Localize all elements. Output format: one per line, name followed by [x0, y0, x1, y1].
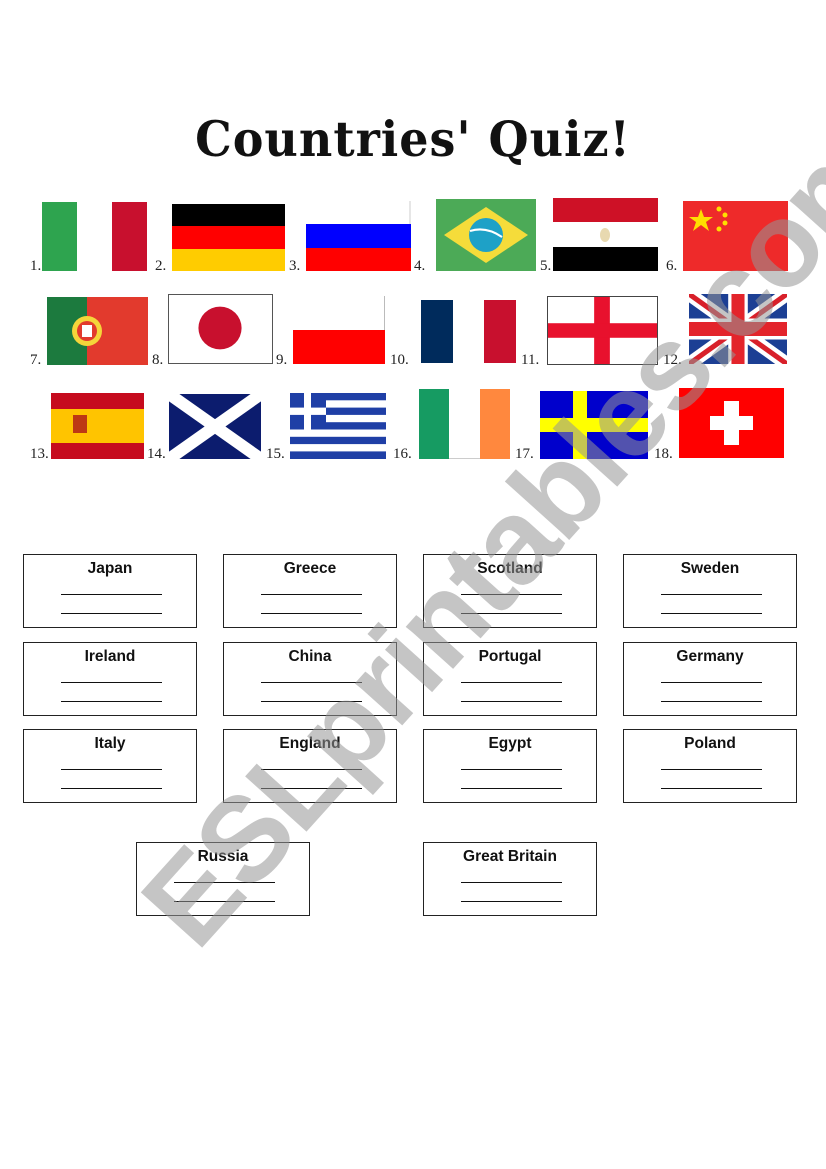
answer-line[interactable] [174, 901, 275, 902]
answer-line[interactable] [661, 594, 762, 595]
flag-number: 5. [540, 258, 552, 274]
country-label: Scotland [477, 560, 543, 577]
answer-line[interactable] [261, 613, 362, 614]
answer-box-scotland: Scotland [423, 554, 597, 628]
answer-line[interactable] [461, 613, 562, 614]
country-label: Japan [87, 560, 133, 577]
answer-line[interactable] [461, 882, 562, 883]
england-flag-icon [547, 296, 658, 365]
answer-line[interactable] [461, 788, 562, 789]
flag-number: 12. [663, 352, 682, 368]
answer-line[interactable] [261, 594, 362, 595]
country-label: China [288, 648, 332, 665]
flag-number: 16. [393, 446, 412, 462]
flag-number: 10. [390, 352, 409, 368]
country-label: Russia [197, 848, 249, 865]
brazil-flag-icon [436, 199, 536, 271]
switzerland-flag-icon [679, 388, 784, 458]
country-label: Great Britain [463, 848, 557, 865]
flag-number: 9. [276, 352, 288, 368]
france-flag-icon [421, 300, 516, 363]
country-label: Germany [676, 648, 744, 665]
japan-flag-icon [168, 294, 273, 364]
country-label: Sweden [680, 560, 740, 577]
russia-flag-icon [306, 201, 411, 271]
flag-number: 11. [521, 352, 540, 368]
answer-line[interactable] [661, 701, 762, 702]
flag-number: 15. [266, 446, 285, 462]
answer-box-poland: Poland [623, 729, 797, 803]
flag-number: 17. [515, 446, 534, 462]
portugal-flag-icon [47, 297, 148, 365]
country-label: Ireland [84, 648, 136, 665]
spain-flag-icon [51, 393, 144, 459]
answer-line[interactable] [61, 769, 162, 770]
answer-box-italy: Italy [23, 729, 197, 803]
scotland-flag-icon [169, 394, 261, 459]
answer-line[interactable] [461, 594, 562, 595]
answer-box-china: China [223, 642, 397, 716]
answer-line[interactable] [61, 613, 162, 614]
country-label: Greece [283, 560, 337, 577]
country-label: Portugal [478, 648, 542, 665]
answer-line[interactable] [661, 788, 762, 789]
answer-line[interactable] [61, 701, 162, 702]
answer-box-russia: Russia [136, 842, 310, 916]
answer-box-ireland: Ireland [23, 642, 197, 716]
flag-number: 4. [414, 258, 426, 274]
answer-box-japan: Japan [23, 554, 197, 628]
ireland-flag-icon [419, 389, 510, 459]
greece-flag-icon [290, 393, 386, 459]
country-label: England [279, 735, 341, 752]
country-label: Italy [94, 735, 126, 752]
egypt-flag-icon [553, 198, 658, 271]
answer-box-egypt: Egypt [423, 729, 597, 803]
sweden-flag-icon [540, 391, 648, 459]
country-label: Egypt [488, 735, 532, 752]
flag-number: 8. [152, 352, 164, 368]
uk-flag-icon [689, 294, 787, 364]
answer-line[interactable] [261, 788, 362, 789]
answer-line[interactable] [461, 701, 562, 702]
answer-line[interactable] [61, 594, 162, 595]
flag-number: 3. [289, 258, 301, 274]
answer-line[interactable] [461, 769, 562, 770]
answer-box-sweden: Sweden [623, 554, 797, 628]
germany-flag-icon [172, 204, 285, 271]
country-label: Poland [684, 735, 736, 752]
poland-flag-icon [293, 296, 385, 364]
answer-line[interactable] [461, 682, 562, 683]
answer-box-portugal: Portugal [423, 642, 597, 716]
flag-number: 13. [30, 446, 49, 462]
flag-number: 6. [666, 258, 678, 274]
flag-number: 1. [30, 258, 42, 274]
flag-number: 14. [147, 446, 166, 462]
answer-box-england: England [223, 729, 397, 803]
answer-line[interactable] [261, 682, 362, 683]
answer-box-great-britain: Great Britain [423, 842, 597, 916]
answer-line[interactable] [261, 701, 362, 702]
answer-line[interactable] [261, 769, 362, 770]
flag-number: 7. [30, 352, 42, 368]
answer-line[interactable] [661, 682, 762, 683]
china-flag-icon [683, 201, 788, 271]
worksheet-title: Countries' Quiz! [195, 110, 631, 168]
answer-line[interactable] [461, 901, 562, 902]
answer-line[interactable] [61, 682, 162, 683]
flag-number: 2. [155, 258, 167, 274]
answer-line[interactable] [174, 882, 275, 883]
flag-number: 18. [654, 446, 673, 462]
answer-line[interactable] [661, 769, 762, 770]
answer-line[interactable] [661, 613, 762, 614]
italy-flag-icon [42, 202, 147, 271]
answer-line[interactable] [61, 788, 162, 789]
answer-box-greece: Greece [223, 554, 397, 628]
answer-box-germany: Germany [623, 642, 797, 716]
